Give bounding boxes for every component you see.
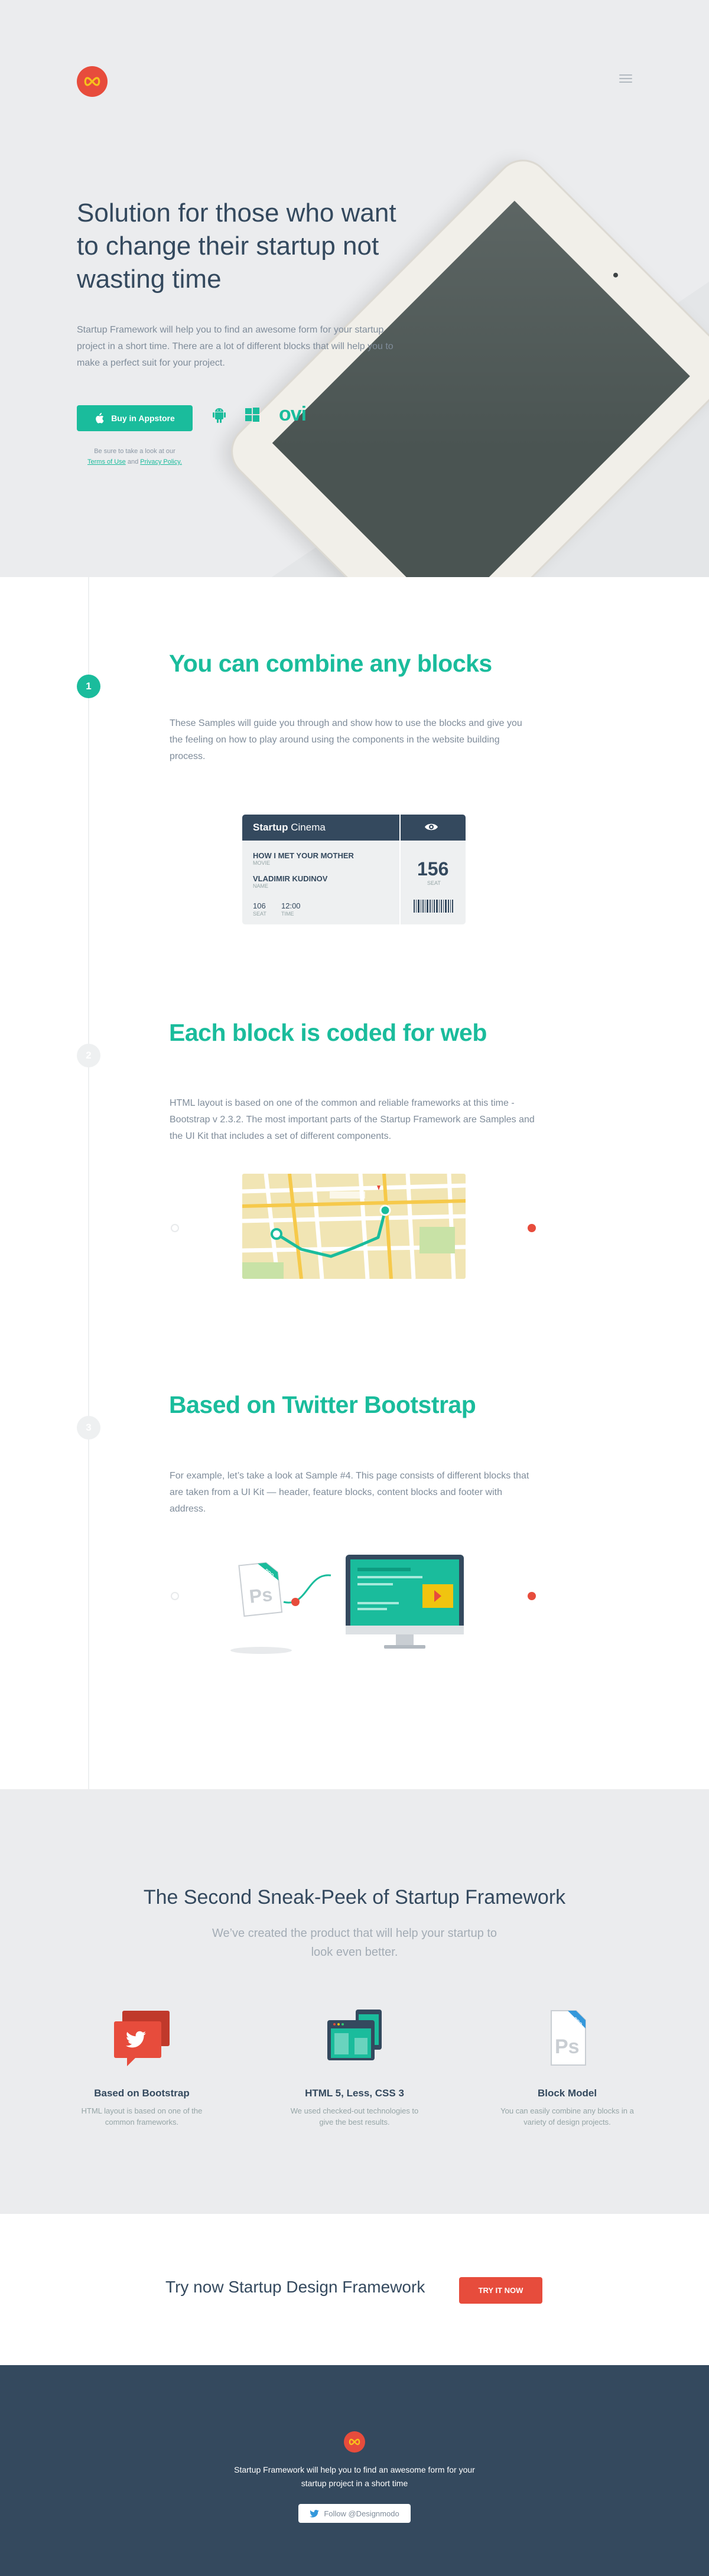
appstore-label: Buy in Appstore: [111, 413, 175, 423]
legal-line: Be sure to take a look at our: [94, 448, 175, 455]
follow-designmodo-button[interactable]: Follow @Designmodo: [298, 2504, 411, 2523]
feature-title: HTML 5, Less, CSS 3: [305, 2087, 404, 2099]
buy-in-appstore-button[interactable]: Buy in Appstore: [77, 405, 193, 431]
steps-section: 1 You can combine any blocks These Sampl…: [0, 577, 709, 1789]
step-3-marker[interactable]: 3: [77, 1416, 100, 1440]
ticket-header: Startup Cinema: [242, 815, 466, 841]
feature-title: Based on Bootstrap: [94, 2087, 190, 2099]
psd-file-icon: Ps PRO: [479, 2005, 656, 2070]
feature-text: You can easily combine any blocks in a v…: [500, 2106, 634, 2126]
ticket-body: HOW I MET YOUR MOTHER MOVIE VLADIMIR KUD…: [242, 841, 466, 924]
ticket-time-value: 12:00: [281, 901, 301, 910]
try-it-now-button[interactable]: TRY IT NOW: [459, 2277, 542, 2304]
privacy-policy-link[interactable]: Privacy Policy.: [140, 458, 182, 465]
bootstrap-illustration: Ps PRO: [225, 1537, 473, 1661]
step-2-text: HTML layout is based on one of the commo…: [170, 1098, 535, 1141]
ovi-store-link[interactable]: ovi: [279, 403, 307, 426]
cta-section: Try now Startup Design Framework TRY IT …: [0, 2214, 709, 2365]
android-icon[interactable]: [213, 408, 226, 423]
barcode-icon: [414, 900, 455, 913]
apple-icon: [96, 413, 104, 424]
step-3-text: For example, let’s take a look at Sample…: [170, 1471, 529, 1514]
ps-label: Ps: [248, 1584, 274, 1607]
infinity-logo-icon[interactable]: [344, 2431, 365, 2453]
hero-title: Solution for those who want to change th…: [77, 198, 396, 294]
cta-text: Try now Startup Design Framework: [165, 2278, 425, 2296]
legal-and: and: [127, 458, 139, 465]
features-section: The Second Sneak-Peek of Startup Framewo…: [0, 1789, 709, 2214]
footer-text: Startup Framework will help you to find …: [234, 2465, 475, 2488]
feature-item-bootstrap: Based on Bootstrap HTML layout is based …: [53, 2005, 230, 2128]
devices-icon: [266, 2005, 443, 2070]
feature-item-html5: HTML 5, Less, CSS 3 We used checked-out …: [266, 2005, 443, 2128]
ticket-seat-value: 106: [253, 901, 266, 910]
twitter-icon: [310, 2509, 320, 2518]
features-lead: We’ve created the product that will help…: [212, 1927, 497, 1959]
step-1-marker[interactable]: 1: [77, 675, 100, 698]
step-2-title: Each block is coded for web: [169, 1019, 487, 1046]
feature-text: We used checked-out technologies to give…: [290, 2106, 419, 2126]
step-2-next-dot[interactable]: [528, 1224, 536, 1232]
hero-description: Startup Framework will help you to find …: [77, 325, 393, 368]
step-2-prev-dot[interactable]: [171, 1224, 179, 1232]
ps-label: Ps: [555, 2036, 580, 2058]
step-2-marker[interactable]: 2: [77, 1044, 100, 1067]
legal-note: Be sure to take a look at our Terms of U…: [77, 446, 193, 467]
step-3-next-dot[interactable]: [528, 1592, 536, 1600]
ticket-seat-label: SEAT: [253, 911, 266, 917]
footer: Startup Framework will help you to find …: [0, 2365, 709, 2576]
feature-text: HTML layout is based on one of the commo…: [81, 2106, 203, 2126]
ticket-number-label: SEAT: [427, 880, 441, 886]
step-3-prev-dot[interactable]: [171, 1592, 179, 1600]
ticket-brand: Startup Cinema: [253, 822, 326, 833]
ticket-number: 156: [417, 858, 449, 880]
ticket-movie-label: MOVIE: [253, 860, 271, 866]
ticket-time-label: TIME: [281, 911, 294, 917]
hero-section: Solution for those who want to change th…: [0, 0, 709, 577]
ticket-name: VLADIMIR KUDINOV: [253, 874, 328, 883]
step-1-title: You can combine any blocks: [169, 650, 492, 677]
twitter-bubbles-icon: [53, 2005, 230, 2070]
map-illustration: [242, 1174, 466, 1279]
infinity-logo-icon[interactable]: [77, 66, 108, 97]
feature-title: Block Model: [537, 2087, 597, 2099]
ticket-name-label: NAME: [253, 883, 269, 889]
feature-item-block-model: Ps PRO Block Model You can easily combin…: [479, 2005, 656, 2128]
step-1-text: These Samples will guide you through and…: [170, 718, 522, 761]
timeline-line: [88, 577, 89, 1789]
tablet-camera: [612, 272, 619, 279]
follow-label: Follow @Designmodo: [324, 2509, 399, 2518]
cinema-ticket-illustration: Startup Cinema HOW I MET YOUR MOTHER MOV…: [242, 815, 466, 924]
features-title: The Second Sneak-Peek of Startup Framewo…: [143, 1886, 566, 1909]
eye-icon: [425, 823, 438, 831]
windows-icon[interactable]: [245, 408, 259, 422]
step-3-title: Based on Twitter Bootstrap: [169, 1391, 476, 1418]
ticket-movie: HOW I MET YOUR MOTHER: [253, 851, 354, 860]
menu-icon[interactable]: [619, 74, 632, 83]
terms-of-use-link[interactable]: Terms of Use: [87, 458, 126, 465]
